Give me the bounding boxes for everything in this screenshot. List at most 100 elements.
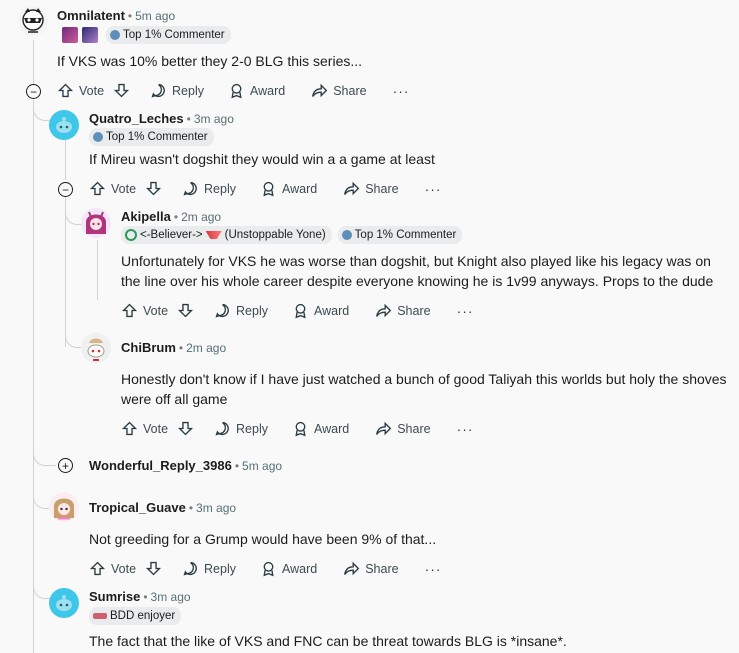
avatar[interactable] xyxy=(49,492,79,522)
comment-body: If Mireu wasn't dogshit they would win a… xyxy=(89,151,435,167)
comment-actions: Vote Reply Award Share ··· xyxy=(121,420,474,437)
flair-badge: Top 1% Commenter xyxy=(89,128,214,146)
snoo-avatar-icon xyxy=(87,338,105,361)
author-name[interactable]: Tropical_Guave xyxy=(89,500,186,515)
timestamp[interactable]: 5m ago xyxy=(242,459,282,473)
flair-row: Top 1% Commenter xyxy=(89,128,214,147)
snoo-avatar-icon xyxy=(56,117,72,133)
author-name[interactable]: Quatro_Leches xyxy=(89,111,184,126)
award-button[interactable]: Award xyxy=(260,180,317,197)
reply-button[interactable]: Reply xyxy=(182,560,236,577)
comment-header: Akipella • 2m ago xyxy=(121,209,222,224)
downvote-icon[interactable] xyxy=(145,180,162,197)
comment-body: The fact that the like of VKS and FNC ca… xyxy=(89,633,567,649)
collapse-thread-button[interactable]: − xyxy=(26,84,41,99)
reply-icon xyxy=(183,181,197,196)
more-options-button[interactable]: ··· xyxy=(457,303,474,319)
share-button[interactable]: Share xyxy=(311,82,367,99)
timestamp[interactable]: 2m ago xyxy=(181,210,221,224)
thread-curve xyxy=(33,490,50,509)
upvote-icon[interactable] xyxy=(89,560,106,577)
reply-button[interactable]: Reply xyxy=(182,180,236,197)
award-icon xyxy=(263,561,274,577)
timestamp[interactable]: 3m ago xyxy=(194,112,234,126)
commenter-badge-icon xyxy=(341,230,352,240)
upvote-icon[interactable] xyxy=(57,82,74,99)
reply-button[interactable]: Reply xyxy=(214,420,268,437)
thread-line-level3 xyxy=(97,240,98,300)
award-icon xyxy=(231,83,242,99)
award-button[interactable]: Award xyxy=(292,420,349,437)
reply-icon xyxy=(183,561,197,576)
vote-group: Vote xyxy=(89,180,162,197)
reply-icon xyxy=(215,421,229,436)
downvote-icon[interactable] xyxy=(113,82,130,99)
share-icon xyxy=(344,561,360,576)
share-icon xyxy=(312,83,328,98)
comment-header: Quatro_Leches • 3m ago xyxy=(89,111,234,126)
vote-label: Vote xyxy=(111,561,137,576)
upvote-icon[interactable] xyxy=(121,302,138,319)
share-button[interactable]: Share xyxy=(343,180,399,197)
award-icon xyxy=(295,303,306,319)
anime-avatar-icon xyxy=(54,498,74,520)
flair-row: BDD enjoyer xyxy=(89,606,182,625)
avatar[interactable] xyxy=(49,588,79,618)
upvote-icon[interactable] xyxy=(89,180,106,197)
author-name[interactable]: Wonderful_Reply_3986 xyxy=(89,458,232,473)
comment-body: Honestly don't know if I have just watch… xyxy=(121,371,727,407)
timestamp[interactable]: 3m ago xyxy=(196,501,236,515)
flair-emoji-icon xyxy=(93,613,107,619)
award-button[interactable]: Award xyxy=(292,302,349,319)
author-name[interactable]: Akipella xyxy=(121,209,171,224)
thread-curve xyxy=(33,445,56,466)
reply-button[interactable]: Reply xyxy=(214,302,268,319)
avatar[interactable] xyxy=(81,333,111,363)
avatar[interactable] xyxy=(49,110,79,140)
thread-line-level2 xyxy=(65,140,66,180)
more-options-button[interactable]: ··· xyxy=(393,83,410,99)
thread-curve xyxy=(33,100,50,121)
timestamp[interactable]: 5m ago xyxy=(135,9,175,23)
flair-row: <-Believer-> (Unstoppable Yone) Top 1% C… xyxy=(121,226,463,244)
avatar[interactable] xyxy=(18,6,48,36)
author-name[interactable]: ChiBrum xyxy=(121,340,176,355)
team-logo-icon xyxy=(205,231,222,239)
raccoon-avatar-icon xyxy=(22,8,44,33)
more-options-button[interactable]: ··· xyxy=(425,561,442,577)
timestamp[interactable]: 2m ago xyxy=(186,341,226,355)
expand-thread-button[interactable]: + xyxy=(58,458,73,473)
share-icon xyxy=(376,303,392,318)
vote-label: Vote xyxy=(79,83,105,98)
flair-emoji-icon xyxy=(82,27,98,43)
more-options-button[interactable]: ··· xyxy=(425,181,442,197)
collapse-thread-button[interactable]: − xyxy=(58,182,73,197)
author-name[interactable]: Sumrise xyxy=(89,589,140,604)
comment-header: Sumrise • 3m ago xyxy=(89,589,191,604)
vote-group: Vote xyxy=(57,82,130,99)
comment-header: ChiBrum • 2m ago xyxy=(121,340,227,355)
vote-label: Vote xyxy=(143,421,169,436)
comment-header: Tropical_Guave • 3m ago xyxy=(89,500,237,515)
flair-badge: Top 1% Commenter xyxy=(106,26,231,44)
award-button[interactable]: Award xyxy=(228,82,285,99)
share-button[interactable]: Share xyxy=(343,560,399,577)
share-button[interactable]: Share xyxy=(375,302,431,319)
award-button[interactable]: Award xyxy=(260,560,317,577)
downvote-icon[interactable] xyxy=(177,302,194,319)
timestamp[interactable]: 3m ago xyxy=(151,590,191,604)
downvote-icon[interactable] xyxy=(177,420,194,437)
upvote-icon[interactable] xyxy=(121,420,138,437)
downvote-icon[interactable] xyxy=(145,560,162,577)
comment-body: If VKS was 10% better they 2-0 BLG this … xyxy=(57,53,363,69)
more-options-button[interactable]: ··· xyxy=(457,421,474,437)
share-button[interactable]: Share xyxy=(375,420,431,437)
avatar[interactable] xyxy=(81,208,111,238)
team-logo-icon xyxy=(125,229,137,241)
snoo-avatar-icon xyxy=(56,595,72,611)
thread-line-root xyxy=(33,40,34,84)
reply-button[interactable]: Reply xyxy=(150,82,204,99)
commenter-badge-icon xyxy=(93,132,103,142)
author-name[interactable]: Omnilatent xyxy=(57,8,125,23)
team-flair-badge: <-Believer-> (Unstoppable Yone) xyxy=(121,226,332,244)
